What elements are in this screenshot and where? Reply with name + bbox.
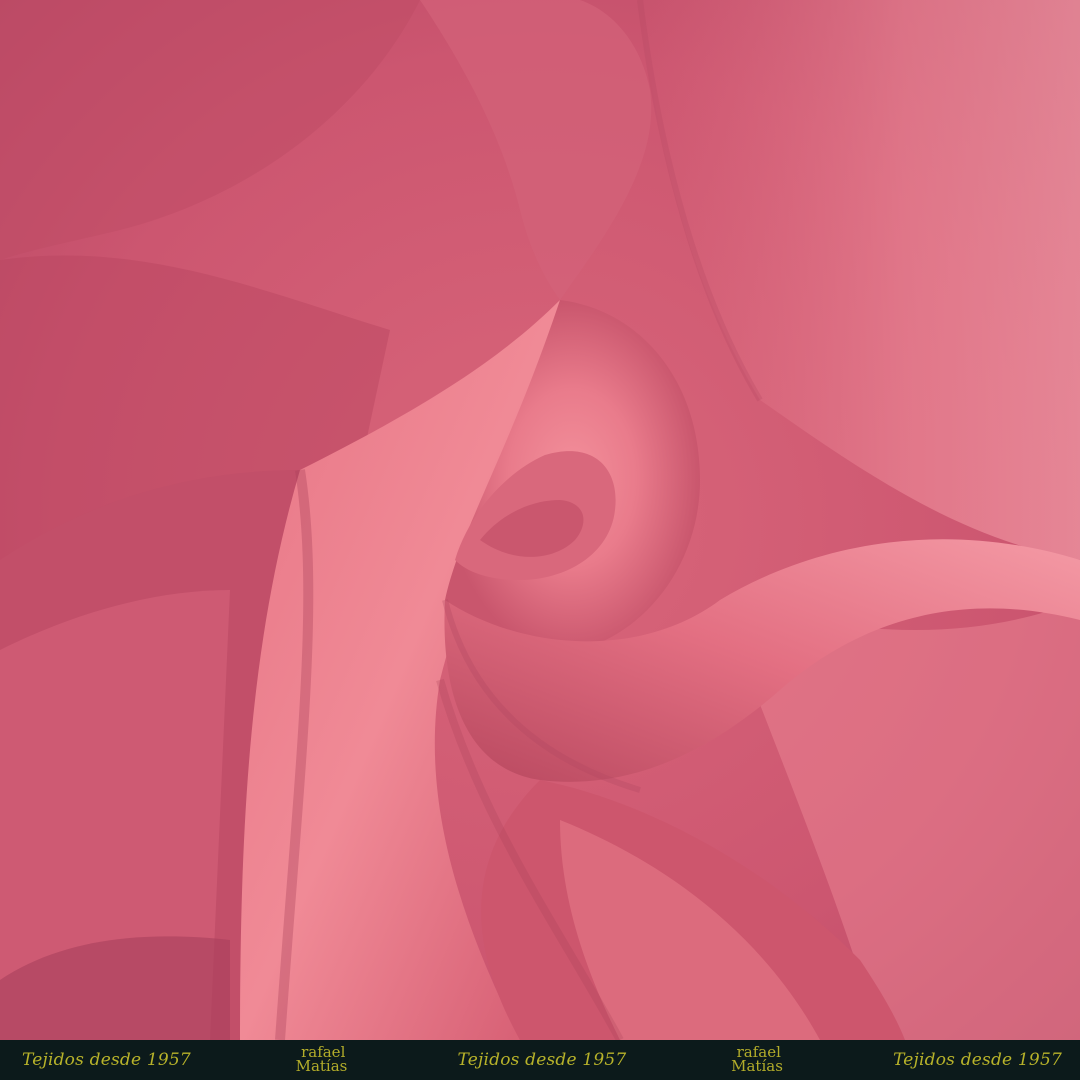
brand-logo-line-2: Matías (731, 1057, 783, 1075)
fabric-photo (0, 0, 1080, 1040)
brand-logo-line-2: Matías (295, 1057, 348, 1075)
tagline: Tejidos desde 1957 (22, 1050, 191, 1070)
tagline: Tejidos desde 1957 (893, 1050, 1062, 1070)
brand-logo: rafael Matías (296, 1045, 348, 1074)
brand-logo: rafael Matías (731, 1045, 783, 1074)
fabric-swirl-illustration (0, 0, 1080, 1040)
watermark-footer: Tejidos desde 1957 rafael Matías Tejidos… (0, 1040, 1080, 1080)
tagline: Tejidos desde 1957 (457, 1050, 627, 1070)
